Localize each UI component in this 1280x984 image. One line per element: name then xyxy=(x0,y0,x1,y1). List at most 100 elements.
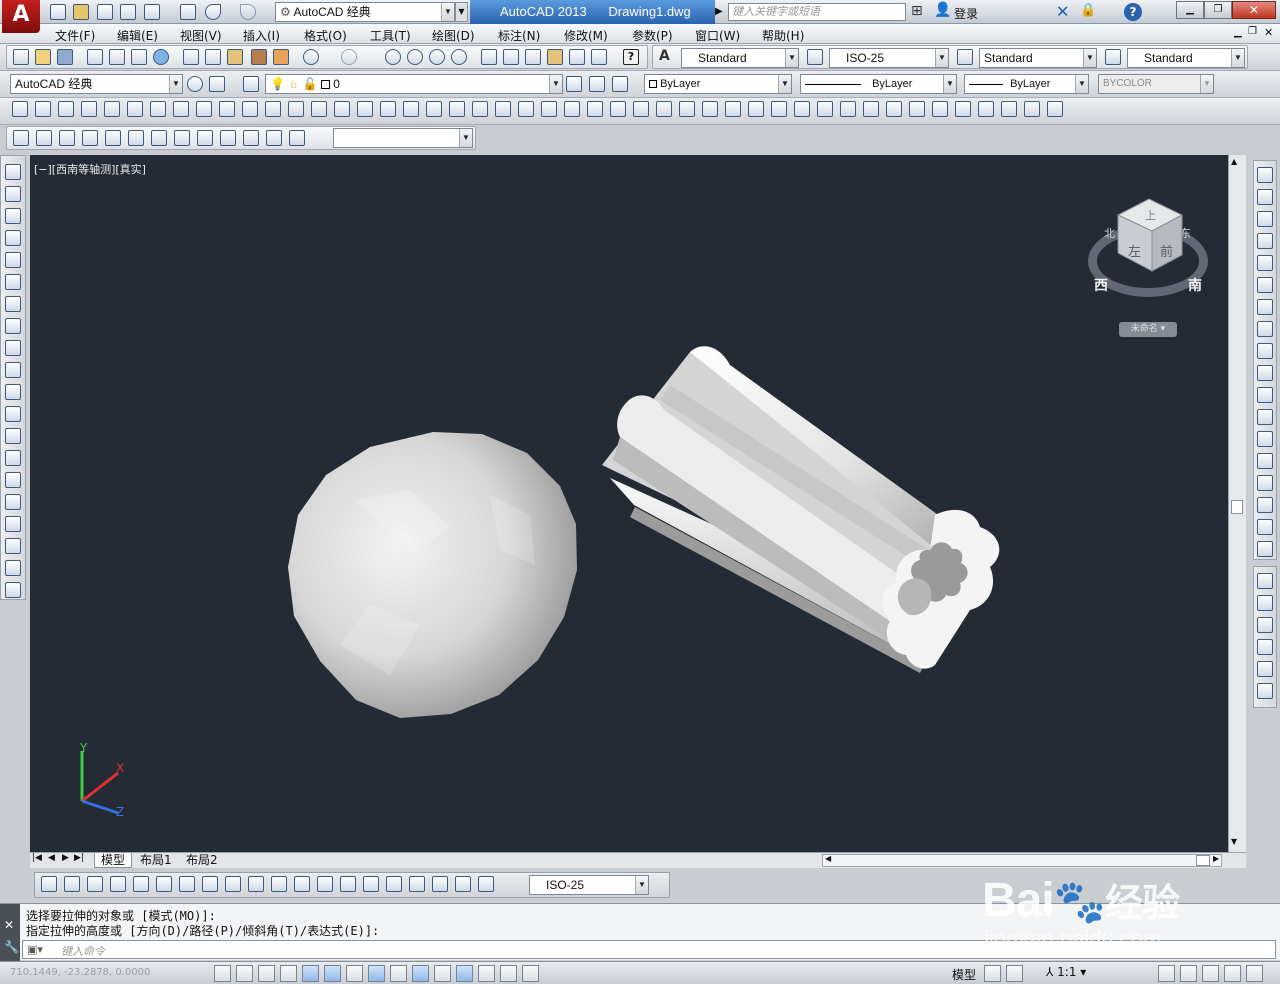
status-drawing-quickview-button[interactable] xyxy=(1006,965,1023,982)
bring-front-icon[interactable] xyxy=(1257,573,1273,589)
plot-icon[interactable] xyxy=(87,49,103,65)
named-view-combo[interactable]: ▼ xyxy=(333,128,473,148)
sphere-solid[interactable] xyxy=(288,432,577,718)
binoculars-icon[interactable]: ⊞ xyxy=(911,3,923,19)
revcloud-icon[interactable] xyxy=(5,318,21,334)
dim-text-edit-icon[interactable] xyxy=(455,876,471,892)
horizontal-scrollbar[interactable]: ◀ ▶ xyxy=(822,854,1222,867)
scroll-up-arrow[interactable]: ▲ xyxy=(1231,157,1237,166)
help-tb-icon[interactable]: ? xyxy=(623,49,639,65)
quick-access-dropdown[interactable]: ▼ xyxy=(455,2,468,22)
continue-icon[interactable] xyxy=(271,876,287,892)
menu-file[interactable]: 文件(F) xyxy=(55,27,95,44)
jogged-icon[interactable] xyxy=(156,876,172,892)
annotation-scale[interactable]: ⅄ 1:1 ▾ xyxy=(1046,965,1086,979)
zoom-window-icon[interactable] xyxy=(429,49,445,65)
tab-layout2[interactable]: 布局2 xyxy=(182,853,222,867)
help-icon[interactable]: ? xyxy=(1124,3,1142,21)
zoom-realtime-icon[interactable] xyxy=(407,49,423,65)
design-center-icon[interactable] xyxy=(503,49,519,65)
dim-style-combo[interactable]: ISO-25 ▼ xyxy=(829,48,949,68)
status-clean-screen-button[interactable] xyxy=(1246,965,1263,982)
vertical-scrollbar[interactable]: ▲ ▼ xyxy=(1228,155,1246,852)
edges-icon[interactable] xyxy=(151,130,167,146)
tool-palettes-icon[interactable] xyxy=(525,49,541,65)
status-am-toggle[interactable] xyxy=(522,965,539,982)
lock-icon[interactable]: 🔒 xyxy=(1080,3,1096,18)
redo-icon[interactable] xyxy=(240,4,256,20)
doc-minimize-button[interactable]: ▁ xyxy=(1234,27,1242,38)
status-sc-toggle[interactable] xyxy=(500,965,517,982)
union-icon[interactable] xyxy=(357,101,373,117)
interfere-icon[interactable] xyxy=(541,101,557,117)
viewcube[interactable]: 北 东 西 南 上 左 前 xyxy=(1084,195,1212,305)
join-icon[interactable] xyxy=(1257,453,1273,469)
ellipse-arc-icon[interactable] xyxy=(5,384,21,400)
workspace-combo[interactable]: AutoCAD 经典 ▼ xyxy=(10,74,183,94)
status-osnap-toggle[interactable] xyxy=(324,965,341,982)
fillet-icon[interactable] xyxy=(1257,497,1273,513)
diameter-icon[interactable] xyxy=(179,876,195,892)
status-layout-quickview-button[interactable] xyxy=(984,965,1001,982)
send-under-icon[interactable] xyxy=(1257,639,1273,655)
scroll-down-arrow[interactable]: ▼ xyxy=(1231,837,1237,846)
status-workspace-switch-button[interactable] xyxy=(1158,965,1175,982)
block-editor-icon[interactable] xyxy=(273,49,289,65)
table-style-combo[interactable]: Standard ▼ xyxy=(979,48,1097,68)
zoom-previous-icon[interactable] xyxy=(451,49,467,65)
tab-layout1[interactable]: 布局1 xyxy=(136,853,176,867)
tab-last-arrow[interactable]: ▶| xyxy=(74,853,84,863)
box-icon[interactable] xyxy=(12,101,28,117)
layer-state-icon[interactable] xyxy=(612,76,628,92)
center-mark-icon[interactable] xyxy=(363,876,379,892)
conceptual-icon[interactable] xyxy=(82,130,98,146)
thicken-icon[interactable] xyxy=(679,101,695,117)
visual-style-2-icon[interactable] xyxy=(955,101,971,117)
wireframe-2d-icon[interactable] xyxy=(13,130,29,146)
hatch-icon[interactable] xyxy=(5,472,21,488)
rotate-icon[interactable] xyxy=(1257,299,1273,315)
gradient-icon[interactable] xyxy=(5,494,21,510)
command-close-icon[interactable]: ✕ xyxy=(4,918,14,932)
status-grid-toggle[interactable] xyxy=(258,965,275,982)
rectangle-icon[interactable] xyxy=(5,252,21,268)
print-icon[interactable] xyxy=(180,4,196,20)
explode-icon[interactable] xyxy=(1257,541,1273,557)
menu-modify[interactable]: 修改(M) xyxy=(564,27,608,44)
qnew-icon[interactable] xyxy=(13,49,29,65)
copy-obj-icon[interactable] xyxy=(1257,189,1273,205)
stretch-icon[interactable] xyxy=(1257,343,1273,359)
save-icon[interactable] xyxy=(97,4,113,20)
status-hardware-accel-button[interactable] xyxy=(1224,965,1241,982)
status-isolate-button[interactable] xyxy=(1202,965,1219,982)
workspace-settings-icon[interactable] xyxy=(187,76,203,92)
doc-close-button[interactable]: ✕ xyxy=(1264,26,1273,39)
text-front-icon[interactable] xyxy=(1257,661,1273,677)
region-icon[interactable] xyxy=(5,516,21,532)
copy-icon[interactable] xyxy=(205,49,221,65)
save-file-icon[interactable] xyxy=(57,49,73,65)
markup-icon[interactable] xyxy=(569,49,585,65)
3d-mirror-icon[interactable] xyxy=(656,101,672,117)
status-tpy-toggle[interactable] xyxy=(456,965,473,982)
preview-icon[interactable] xyxy=(109,49,125,65)
visual-style-1-icon[interactable] xyxy=(932,101,948,117)
menu-window[interactable]: 窗口(W) xyxy=(695,27,740,44)
spline-icon[interactable] xyxy=(5,340,21,356)
status-lock-ui-button[interactable] xyxy=(1180,965,1197,982)
fillet-edges-icon[interactable] xyxy=(817,101,833,117)
inspection-icon[interactable] xyxy=(386,876,402,892)
blend-icon[interactable] xyxy=(1257,519,1273,535)
dim-style-combo-bottom[interactable]: ISO-25 ▼ xyxy=(529,875,649,895)
minimize-button[interactable]: ▁ xyxy=(1176,1,1204,19)
check-icon[interactable] xyxy=(909,101,925,117)
doc-restore-button[interactable]: ❐ xyxy=(1248,26,1257,37)
dwf-icon[interactable] xyxy=(153,49,169,65)
redo-tb-icon[interactable] xyxy=(341,49,357,65)
status-3d-osnap-toggle[interactable] xyxy=(346,965,363,982)
status-ortho-toggle[interactable] xyxy=(280,965,297,982)
properties-icon[interactable] xyxy=(481,49,497,65)
menu-draw[interactable]: 绘图(D) xyxy=(432,27,475,44)
loft-icon[interactable] xyxy=(334,101,350,117)
paste-icon[interactable] xyxy=(227,49,243,65)
